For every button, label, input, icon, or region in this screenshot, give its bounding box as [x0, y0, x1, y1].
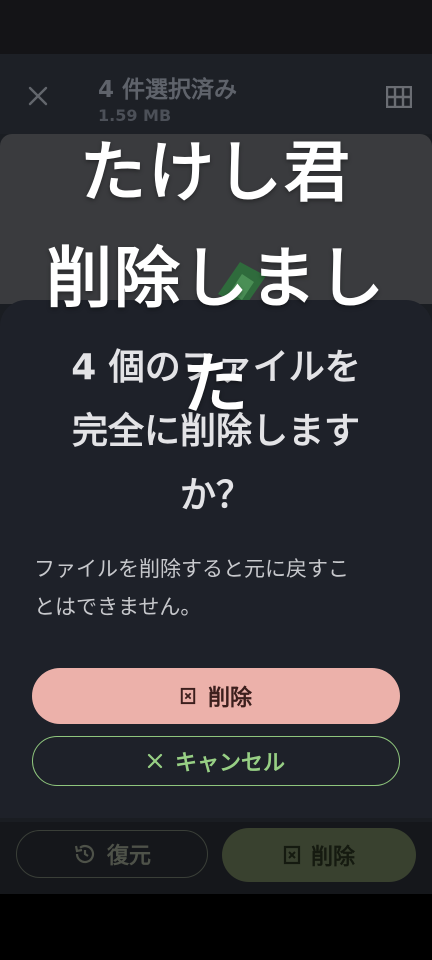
dialog-message-line: とはできません。 [34, 595, 202, 619]
confirm-delete-label: 削除 [207, 686, 252, 711]
dialog-title-line: か？ [179, 475, 252, 516]
grid-view-button[interactable] [384, 84, 414, 110]
dialog-message: ファイルを削除すると元に戻すこ とはできません。 [34, 550, 404, 626]
history-icon [74, 844, 95, 864]
overlay-caption-line: たけし君 [80, 134, 352, 211]
cancel-button[interactable]: キャンセル [32, 736, 400, 786]
status-bar [0, 0, 432, 54]
delete-button[interactable]: 削除 [222, 828, 416, 882]
delete-icon [180, 687, 196, 705]
grid-view-icon [386, 86, 412, 108]
confirm-delete-button[interactable]: 削除 [32, 668, 400, 724]
overlay-caption-line: 削除しまし [46, 240, 386, 317]
system-navigation-area [0, 894, 432, 960]
delete-icon [283, 845, 301, 865]
dialog-message-line: ファイルを削除すると元に戻すこ [34, 557, 349, 581]
selection-count-title: 4 件選択済み [98, 77, 238, 103]
delete-label: 削除 [310, 845, 355, 870]
overlay-caption-line: た [182, 346, 250, 423]
screen: 4 件選択済み 1.59 MB 復元 削除 4 個のファイルを 完全に削除します… [0, 0, 432, 960]
x-icon [147, 753, 163, 769]
overlay-caption: たけし君 削除しまし た [0, 120, 432, 438]
close-selection-button[interactable] [20, 78, 56, 114]
restore-label: 復元 [106, 844, 151, 869]
restore-button[interactable]: 復元 [16, 830, 208, 878]
close-icon [28, 86, 48, 106]
cancel-label: キャンセル [174, 751, 285, 776]
bottom-action-bar: 復元 削除 [0, 822, 432, 894]
